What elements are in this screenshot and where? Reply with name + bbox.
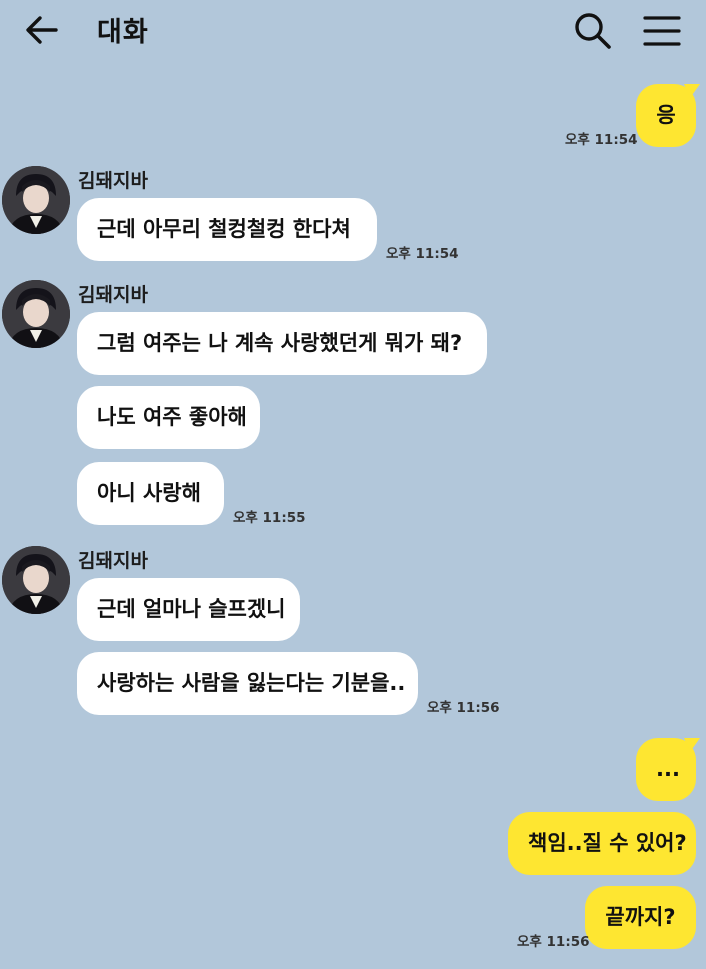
profile-photo [2,166,70,234]
hamburger-menu-icon[interactable] [642,14,682,48]
sender-name: 김돼지바 [78,284,148,306]
chat-title: 대화 [97,17,149,48]
message-time: 오후 11:55 [233,510,306,526]
avatar[interactable] [2,280,70,348]
message-time: 오후 11:54 [386,246,459,262]
message-time: 오후 11:56 [427,700,500,716]
avatar[interactable] [2,546,70,614]
incoming-message-bubble[interactable]: 사랑하는 사람을 잃는다는 기분을.. [77,652,418,715]
back-arrow-icon[interactable] [22,12,62,48]
sender-name: 김돼지바 [78,550,148,572]
message-time: 오후 11:54 [565,132,638,148]
bubble-tail [684,738,700,752]
incoming-message-bubble[interactable]: 나도 여주 좋아해 [77,386,260,449]
chat-header: 대화 [0,0,706,60]
incoming-message-bubble[interactable]: 근데 아무리 철컹철컹 한다쳐 [77,198,377,261]
outgoing-message-bubble[interactable]: 책임..질 수 있어? [508,812,696,875]
avatar[interactable] [2,166,70,234]
outgoing-message-bubble[interactable]: 끝까지? [585,886,696,949]
incoming-message-bubble[interactable]: 그럼 여주는 나 계속 사랑했던게 뭐가 돼? [77,312,487,375]
profile-photo [2,546,70,614]
incoming-message-bubble[interactable]: 근데 얼마나 슬프겠니 [77,578,300,641]
incoming-message-bubble[interactable]: 아니 사랑해 [77,462,224,525]
profile-photo [2,280,70,348]
search-icon[interactable] [572,10,614,52]
sender-name: 김돼지바 [78,170,148,192]
message-time: 오후 11:56 [517,934,590,950]
bubble-tail [684,84,700,98]
